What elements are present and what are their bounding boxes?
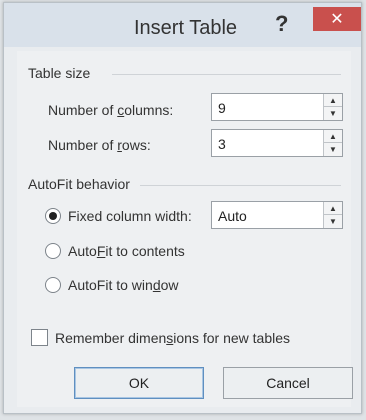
fixed-width-stepper[interactable]: ▲ ▼ bbox=[211, 201, 343, 230]
cancel-button[interactable]: Cancel bbox=[223, 367, 353, 399]
radio-autofit-window[interactable]: AutoFit to window bbox=[45, 277, 179, 293]
autofit-window-label: AutoFit to window bbox=[68, 277, 179, 293]
columns-stepper[interactable]: ▲ ▼ bbox=[211, 93, 343, 122]
table-size-heading: Table size bbox=[28, 65, 91, 81]
spin-down-icon[interactable]: ▼ bbox=[324, 107, 342, 120]
spin-up-icon[interactable]: ▲ bbox=[324, 202, 342, 215]
radio-button-icon[interactable] bbox=[45, 277, 61, 293]
checkbox-icon[interactable] bbox=[31, 329, 48, 346]
help-button[interactable]: ? bbox=[275, 11, 288, 37]
columns-label: Number of columns: bbox=[48, 102, 174, 118]
radio-autofit-contents[interactable]: AutoFit to contents bbox=[45, 243, 185, 259]
autofit-contents-label: AutoFit to contents bbox=[68, 243, 185, 259]
dialog-title: Insert Table bbox=[134, 17, 238, 39]
radio-fixed-column-width[interactable]: Fixed column width: bbox=[45, 208, 192, 224]
close-button[interactable]: ✕ bbox=[313, 7, 361, 31]
remember-dimensions-label: Remember dimensions for new tables bbox=[55, 329, 290, 346]
rows-stepper[interactable]: ▲ ▼ bbox=[211, 129, 343, 158]
ok-button[interactable]: OK bbox=[74, 367, 204, 399]
columns-input[interactable] bbox=[212, 94, 320, 122]
fixed-width-input[interactable] bbox=[212, 202, 320, 230]
rows-label: Number of rows: bbox=[48, 137, 151, 153]
fixed-width-spin-arrows: ▲ ▼ bbox=[323, 202, 342, 228]
divider bbox=[140, 185, 341, 186]
radio-button-icon[interactable] bbox=[45, 243, 61, 259]
title-bar: Insert Table ? ✕ bbox=[4, 3, 361, 47]
spin-down-icon[interactable]: ▼ bbox=[324, 215, 342, 228]
close-icon: ✕ bbox=[330, 11, 344, 28]
columns-spin-arrows: ▲ ▼ bbox=[323, 94, 342, 120]
spin-down-icon[interactable]: ▼ bbox=[324, 143, 342, 156]
radio-selected-dot bbox=[49, 212, 57, 220]
dialog-body: Table size Number of columns: ▲ ▼ Number… bbox=[17, 51, 353, 407]
spin-up-icon[interactable]: ▲ bbox=[324, 130, 342, 143]
spin-up-icon[interactable]: ▲ bbox=[324, 94, 342, 107]
rows-spin-arrows: ▲ ▼ bbox=[323, 130, 342, 156]
divider bbox=[112, 74, 341, 75]
remember-dimensions-checkbox[interactable]: Remember dimensions for new tables bbox=[31, 329, 290, 346]
insert-table-dialog: Insert Table ? ✕ Table size Number of co… bbox=[3, 2, 362, 414]
rows-input[interactable] bbox=[212, 130, 320, 158]
radio-button-icon[interactable] bbox=[45, 208, 61, 224]
autofit-heading: AutoFit behavior bbox=[28, 176, 130, 192]
fixed-column-width-label: Fixed column width: bbox=[68, 208, 192, 224]
